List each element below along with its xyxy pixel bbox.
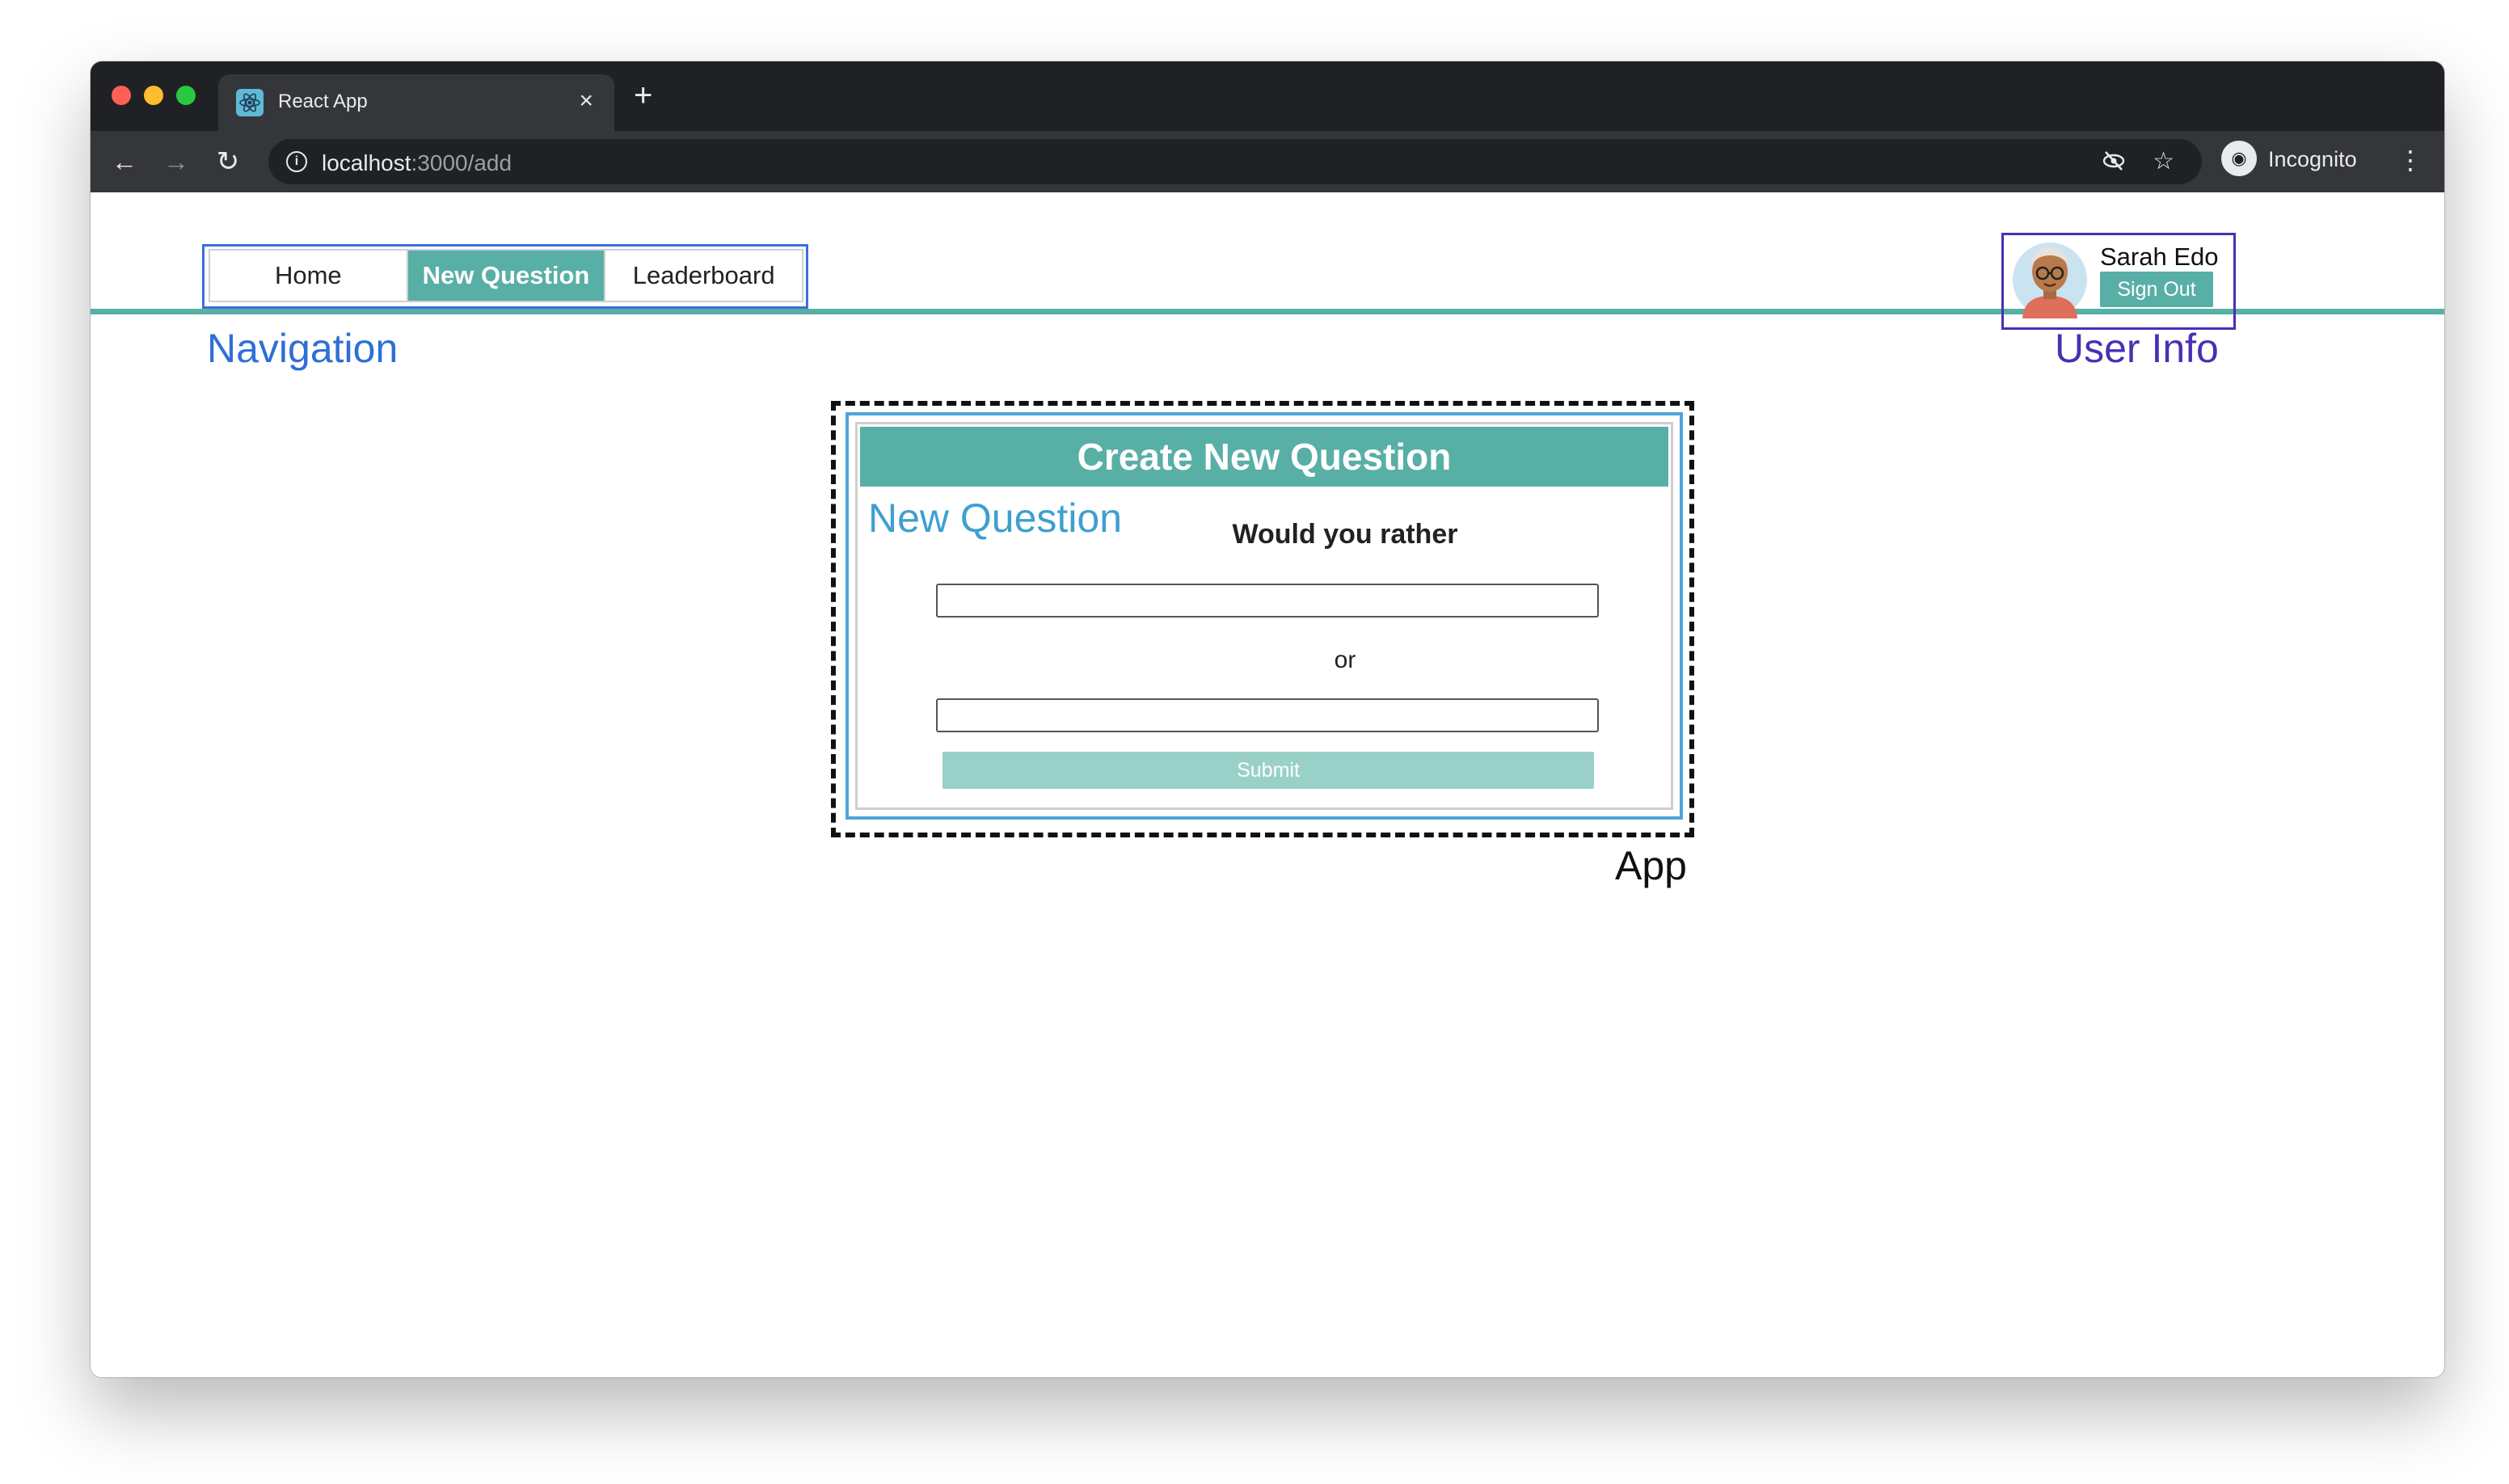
- close-icon[interactable]: ×: [579, 87, 593, 115]
- info-icon[interactable]: i: [286, 151, 307, 172]
- reload-icon[interactable]: ↻: [212, 145, 244, 178]
- star-icon[interactable]: ☆: [2153, 149, 2174, 175]
- question-prompt: Would you rather: [1232, 519, 1458, 550]
- close-window-button[interactable]: [112, 86, 131, 105]
- navigation-annotation-label: Navigation: [207, 326, 398, 371]
- sign-out-button[interactable]: Sign Out: [2100, 272, 2213, 307]
- address-bar[interactable]: i localhost:3000/add ☆: [268, 139, 2202, 184]
- minimize-window-button[interactable]: [144, 86, 163, 105]
- url-path: :3000/add: [411, 150, 512, 175]
- plus-icon[interactable]: +: [634, 79, 652, 112]
- user-name: Sarah Edo: [2100, 242, 2219, 271]
- app-annotation-label: App: [1615, 843, 1687, 888]
- incognito-label: Incognito: [2268, 147, 2357, 171]
- browser-toolbar: ← → ↻ i localhost:3000/add ☆ ◉ Incognito…: [91, 131, 2444, 192]
- eye-slash-icon[interactable]: [2102, 149, 2126, 179]
- url-host: localhost: [322, 150, 411, 175]
- nav-bar: Home New Question Leaderboard: [209, 249, 803, 302]
- option-one-input[interactable]: [936, 584, 1599, 618]
- forward-arrow-icon[interactable]: →: [160, 145, 192, 178]
- option-two-input[interactable]: [936, 698, 1599, 732]
- incognito-icon: ◉: [2221, 141, 2257, 176]
- url-text[interactable]: localhost:3000/add: [322, 150, 512, 176]
- card-header: Create New Question: [860, 427, 1668, 487]
- react-logo-icon: [236, 89, 264, 116]
- zoom-window-button[interactable]: [176, 86, 196, 105]
- browser-window: React App × + ← → ↻ i localhost:3000/add…: [91, 61, 2444, 1377]
- eye-slash-svg: [2102, 151, 2125, 171]
- user-info-annotation-label: User Info: [2055, 326, 2219, 371]
- page-content: Home New Question Leaderboard Navigation…: [91, 192, 2444, 1377]
- nav-item-new-question[interactable]: New Question: [407, 251, 606, 301]
- kebab-menu-icon[interactable]: ⋮: [2397, 144, 2423, 176]
- nav-item-home[interactable]: Home: [210, 251, 408, 301]
- or-separator: or: [1334, 647, 1356, 673]
- submit-button[interactable]: Submit: [942, 752, 1594, 789]
- tab-strip: React App × +: [91, 61, 2444, 131]
- tab-title: React App: [278, 91, 368, 112]
- avatar: [2013, 242, 2087, 318]
- nav-item-leaderboard[interactable]: Leaderboard: [605, 251, 802, 301]
- back-arrow-icon[interactable]: ←: [108, 145, 141, 178]
- browser-tab[interactable]: React App ×: [218, 74, 614, 131]
